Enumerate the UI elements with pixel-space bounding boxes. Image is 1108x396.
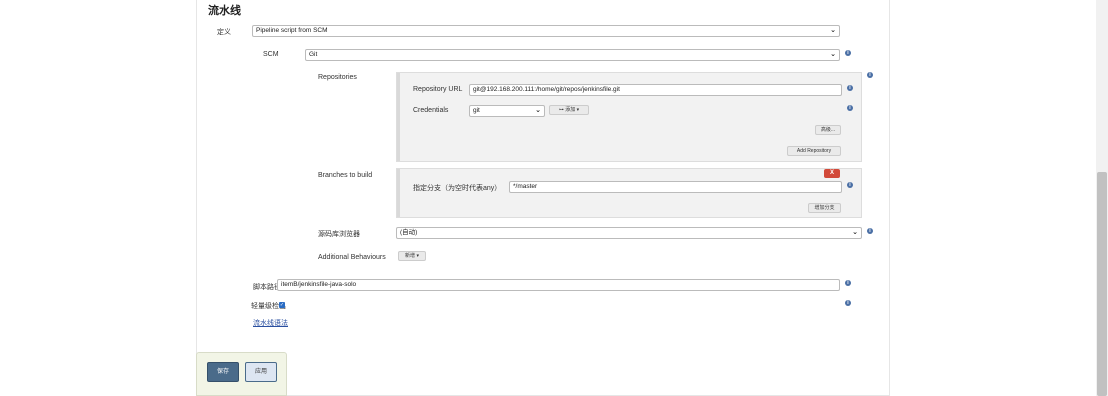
- add-branch-button[interactable]: 增加分支: [808, 203, 841, 213]
- add-behaviour-button[interactable]: 新增 ▾: [398, 251, 426, 261]
- apply-button[interactable]: 应用: [245, 362, 277, 382]
- chevron-down-icon: ⌄: [852, 229, 858, 236]
- help-icon[interactable]: i: [847, 105, 853, 111]
- repo-browser-label: 源码库浏览器: [318, 231, 360, 238]
- script-path-input[interactable]: itemB/jenkinsfile-java-solo: [277, 279, 840, 291]
- branch-specifier-label: 指定分支（为空时代表any）: [413, 185, 502, 192]
- help-icon[interactable]: i: [845, 280, 851, 286]
- page-scrollbar-thumb[interactable]: [1097, 172, 1107, 396]
- help-icon[interactable]: i: [845, 50, 851, 56]
- definition-select-value: Pipeline script from SCM: [256, 27, 328, 34]
- branches-label: Branches to build: [318, 172, 373, 179]
- help-icon[interactable]: i: [847, 182, 853, 188]
- additional-behaviours-label: Additional Behaviours: [318, 254, 386, 261]
- chevron-down-icon: ⌄: [830, 27, 836, 34]
- chevron-down-icon: ⌄: [830, 51, 836, 58]
- scm-select-value: Git: [309, 51, 318, 58]
- chevron-down-icon: ⌄: [535, 107, 541, 114]
- key-icon: ⊶: [558, 107, 564, 113]
- help-icon[interactable]: i: [847, 85, 853, 91]
- lightweight-checkout-checkbox[interactable]: ✓: [279, 302, 285, 308]
- scm-label: SCM: [263, 51, 279, 58]
- help-icon[interactable]: i: [867, 228, 873, 234]
- repo-browser-select-value: (自动): [400, 229, 418, 236]
- credentials-label: Credentials: [413, 107, 449, 114]
- credentials-select[interactable]: git ⌄: [469, 105, 545, 117]
- help-icon[interactable]: i: [867, 72, 873, 78]
- repo-browser-select[interactable]: (自动) ⌄: [396, 227, 862, 239]
- add-repository-button[interactable]: Add Repository: [787, 146, 841, 156]
- section-title: 流水线: [208, 5, 241, 17]
- scm-select[interactable]: Git ⌄: [305, 49, 840, 61]
- definition-select[interactable]: Pipeline script from SCM ⌄: [252, 25, 840, 37]
- save-button[interactable]: 保存: [207, 362, 239, 382]
- definition-label: 定义: [217, 29, 231, 36]
- help-icon[interactable]: i: [845, 300, 851, 306]
- repository-url-label: Repository URL: [413, 86, 463, 93]
- advanced-button[interactable]: 高级...: [815, 125, 841, 135]
- add-credentials-label: 添加: [565, 107, 576, 113]
- repository-url-input[interactable]: git@192.168.200.111:/home/git/repos/jenk…: [469, 84, 842, 96]
- caret-down-icon: ▾: [416, 253, 419, 259]
- pipeline-syntax-link[interactable]: 流水线语法: [253, 318, 288, 328]
- caret-down-icon: ▾: [576, 107, 580, 113]
- credentials-select-value: git: [473, 107, 480, 114]
- repositories-label: Repositories: [318, 74, 357, 81]
- add-credentials-button[interactable]: ⊶ 添加 ▾: [549, 105, 589, 115]
- add-behaviour-label: 新增: [405, 253, 416, 259]
- branch-specifier-input[interactable]: */master: [509, 181, 842, 193]
- branches-box: [396, 168, 862, 218]
- remove-branch-button[interactable]: X: [824, 169, 840, 178]
